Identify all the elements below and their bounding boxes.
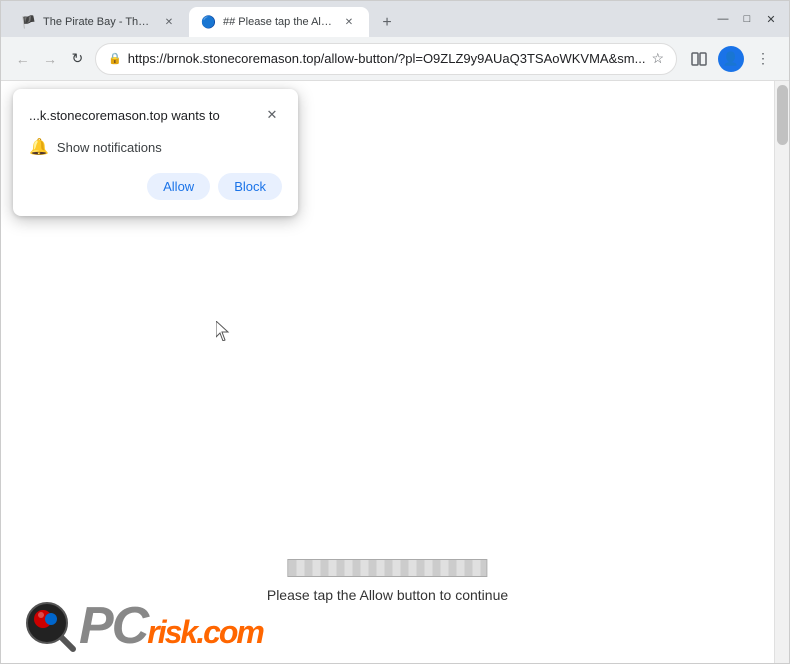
content-area: ...k.stonecoremason.top wants to ✕ 🔔 Sho… <box>1 81 774 663</box>
scrollbar[interactable] <box>774 81 789 663</box>
url-bar[interactable]: 🔒 https://brnok.stonecoremason.top/allow… <box>95 43 677 75</box>
bookmark-icon[interactable]: ☆ <box>651 50 664 67</box>
tab2-favicon: 🔵 <box>201 15 215 29</box>
new-tab-button[interactable]: + <box>373 9 401 37</box>
permission-text: Show notifications <box>57 140 162 155</box>
url-text: https://brnok.stonecoremason.top/allow-b… <box>128 51 646 66</box>
browser-viewport: ...k.stonecoremason.top wants to ✕ 🔔 Sho… <box>1 81 789 663</box>
dialog-header: ...k.stonecoremason.top wants to ✕ <box>29 105 282 125</box>
block-button[interactable]: Block <box>218 173 282 200</box>
menu-button[interactable]: ⋮ <box>749 45 777 73</box>
profile-button[interactable]: 👤 <box>717 45 745 73</box>
window-controls: — □ ✕ <box>717 13 781 26</box>
close-button[interactable]: ✕ <box>765 13 777 26</box>
maximize-button[interactable]: □ <box>741 13 753 25</box>
pcrisk-risk: risk.com <box>147 614 263 650</box>
pcrisk-icon <box>21 597 79 655</box>
tab-allow[interactable]: 🔵 ## Please tap the Allow button... ✕ <box>189 7 369 37</box>
tab1-close-button[interactable]: ✕ <box>161 14 177 30</box>
mouse-cursor <box>216 321 228 339</box>
title-bar: 🏴 The Pirate Bay - The galaxy's m... ✕ 🔵… <box>1 1 789 37</box>
page-content: Please tap the Allow button to continue <box>267 559 508 603</box>
tab1-favicon: 🏴 <box>21 15 35 29</box>
refresh-button[interactable]: ↻ <box>68 47 87 71</box>
minimize-button[interactable]: — <box>717 13 729 25</box>
pcrisk-pc: PC <box>79 597 147 655</box>
sidebar-toggle-button[interactable] <box>685 45 713 73</box>
page-message: Please tap the Allow button to continue <box>267 587 508 603</box>
address-bar: ← → ↻ 🔒 https://brnok.stonecoremason.top… <box>1 37 789 81</box>
browser-window: 🏴 The Pirate Bay - The galaxy's m... ✕ 🔵… <box>0 0 790 664</box>
tab-piratebay[interactable]: 🏴 The Pirate Bay - The galaxy's m... ✕ <box>9 7 189 37</box>
permission-dialog: ...k.stonecoremason.top wants to ✕ 🔔 Sho… <box>13 89 298 216</box>
dialog-close-button[interactable]: ✕ <box>262 105 282 125</box>
tab-bar: 🏴 The Pirate Bay - The galaxy's m... ✕ 🔵… <box>9 1 717 37</box>
allow-button[interactable]: Allow <box>147 173 210 200</box>
lock-icon: 🔒 <box>108 52 122 65</box>
back-button[interactable]: ← <box>13 47 32 71</box>
scrollbar-thumb[interactable] <box>777 85 788 145</box>
toolbar-icons: 👤 ⋮ <box>685 45 777 73</box>
tab2-label: ## Please tap the Allow button... <box>223 16 333 28</box>
progress-bar <box>288 559 488 577</box>
bell-icon: 🔔 <box>29 137 49 157</box>
tab2-close-button[interactable]: ✕ <box>341 14 357 30</box>
pcrisk-pc-text: PCrisk.com <box>79 601 263 654</box>
pcrisk-logo: PCrisk.com <box>21 597 263 655</box>
dialog-permission-row: 🔔 Show notifications <box>29 137 282 157</box>
pcrisk-text-container: PCrisk.com <box>79 600 263 652</box>
tab1-label: The Pirate Bay - The galaxy's m... <box>43 16 153 28</box>
forward-button[interactable]: → <box>40 47 59 71</box>
dialog-title: ...k.stonecoremason.top wants to <box>29 108 220 123</box>
dialog-actions: Allow Block <box>29 173 282 200</box>
profile-avatar: 👤 <box>718 46 744 72</box>
